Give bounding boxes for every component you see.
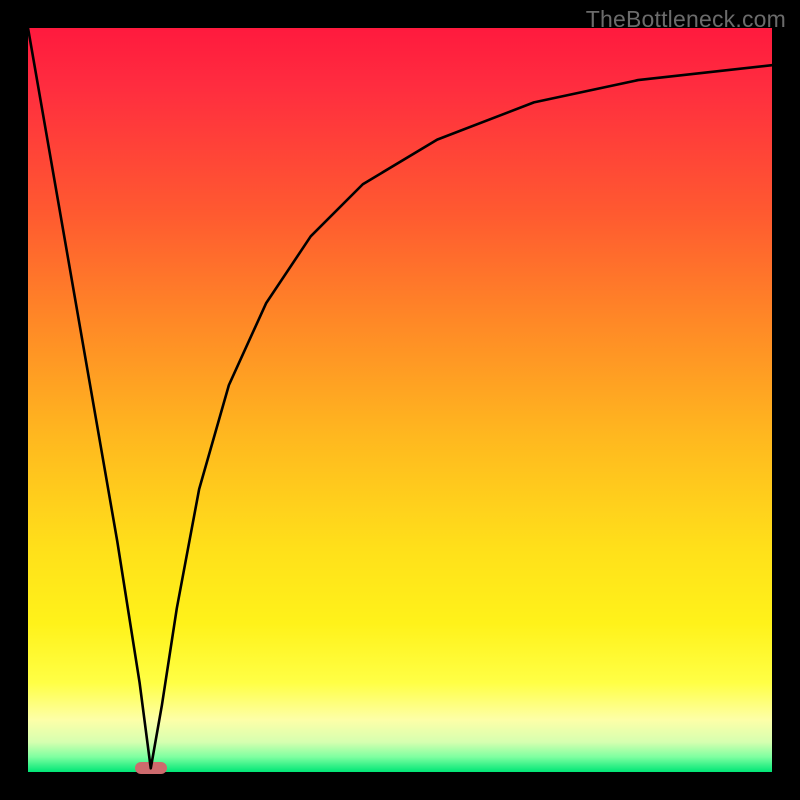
watermark-text: TheBottleneck.com (586, 6, 786, 33)
bottleneck-curve (28, 28, 772, 772)
chart-frame: TheBottleneck.com (0, 0, 800, 800)
plot-area (28, 28, 772, 772)
